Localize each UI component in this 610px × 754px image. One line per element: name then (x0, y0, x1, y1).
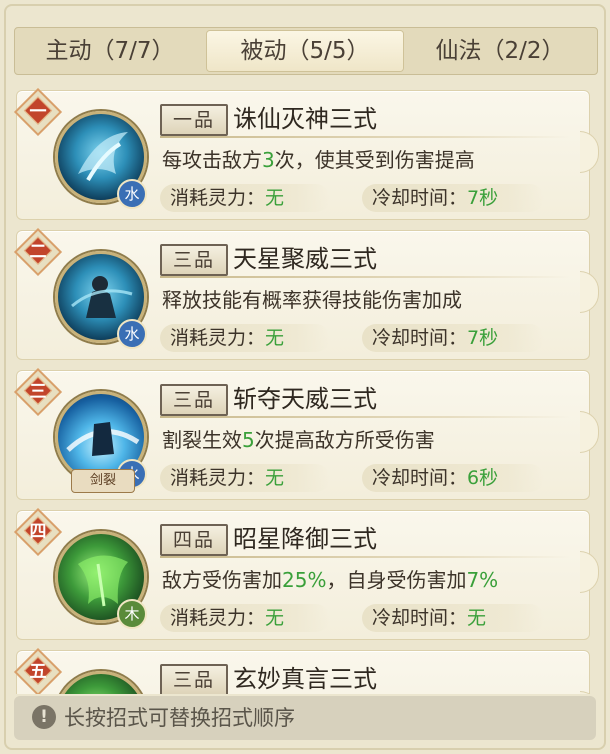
hint-bar: ! 长按招式可替换招式顺序 (14, 696, 596, 740)
skill-name: 玄妙真言三式 (233, 665, 377, 693)
grade-label: 三品 (160, 664, 228, 694)
grade-label: 四品 (160, 524, 228, 556)
tab-immortal-arts[interactable]: 仙法（2/2） (405, 28, 595, 74)
rank-badge: 三 (13, 367, 63, 417)
skill-name: 斩夺天威三式 (233, 385, 377, 413)
divider (160, 136, 570, 138)
skill-description: 释放技能有概率获得技能伤害加成 (162, 288, 462, 312)
skills-panel: 主动（7/7） 被动（5/5） 仙法（2/2） 一 水 一品 诛仙灭神三式 每攻… (0, 0, 610, 754)
skill-description: 每攻击敌方3次，使其受到伤害提高 (162, 148, 475, 172)
skill-card[interactable]: 三 水 剑裂 三品 斩夺天威三式 割裂生效5次提高敌方所受伤害 消耗灵力：无 冷… (13, 367, 599, 500)
exclamation-icon: ! (32, 705, 56, 729)
rank-badge: 五 (13, 647, 63, 694)
skill-name: 诛仙灭神三式 (233, 105, 377, 133)
tab-active-skills[interactable]: 主动（7/7） (15, 28, 205, 74)
skill-tabs: 主动（7/7） 被动（5/5） 仙法（2/2） (14, 27, 598, 75)
cooldown: 冷却时间：7秒 (362, 324, 544, 352)
hint-text: 长按招式可替换招式顺序 (64, 706, 295, 730)
skill-tag: 剑裂 (71, 469, 135, 493)
mana-cost: 消耗灵力：无 (160, 184, 330, 212)
wood-element-icon: 木 (117, 599, 147, 629)
tab-passive-skills[interactable]: 被动（5/5） (207, 31, 403, 71)
divider (160, 556, 570, 558)
mana-cost: 消耗灵力：无 (160, 604, 330, 632)
divider (160, 416, 570, 418)
cooldown: 冷却时间：无 (362, 604, 544, 632)
cooldown: 冷却时间：6秒 (362, 464, 544, 492)
skill-card[interactable]: 五 三品 玄妙真言三式 (13, 647, 599, 694)
water-element-icon: 水 (117, 179, 147, 209)
skill-card[interactable]: 二 水 三品 天星聚威三式 释放技能有概率获得技能伤害加成 消耗灵力：无 冷却时… (13, 227, 599, 360)
mana-cost: 消耗灵力：无 (160, 324, 330, 352)
grade-label: 三品 (160, 244, 228, 276)
skill-description: 敌方受伤害加25%，自身受伤害加7% (162, 568, 499, 592)
skill-card[interactable]: 一 水 一品 诛仙灭神三式 每攻击敌方3次，使其受到伤害提高 消耗灵力：无 冷却… (13, 88, 599, 220)
skill-name: 昭星降御三式 (233, 525, 377, 553)
rank-badge: 二 (13, 227, 63, 277)
grade-label: 三品 (160, 384, 228, 416)
rank-badge: 一 (13, 88, 63, 137)
skill-list[interactable]: 一 水 一品 诛仙灭神三式 每攻击敌方3次，使其受到伤害提高 消耗灵力：无 冷却… (0, 88, 610, 694)
skill-icon (55, 671, 147, 694)
skill-name: 天星聚威三式 (233, 245, 377, 273)
skill-description: 割裂生效5次提高敌方所受伤害 (162, 428, 435, 452)
divider (160, 276, 570, 278)
water-element-icon: 水 (117, 319, 147, 349)
cooldown: 冷却时间：7秒 (362, 184, 544, 212)
mana-cost: 消耗灵力：无 (160, 464, 330, 492)
skill-card[interactable]: 四 木 四品 昭星降御三式 敌方受伤害加25%，自身受伤害加7% 消耗灵力：无 … (13, 507, 599, 640)
rank-badge: 四 (13, 507, 63, 557)
grade-label: 一品 (160, 104, 228, 136)
